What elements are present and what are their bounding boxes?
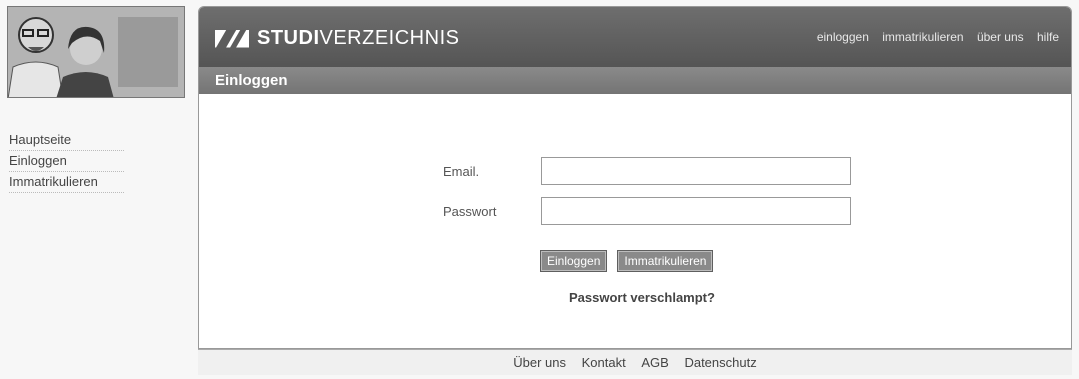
header-bar: STUDIVERZEICHNIS einloggen immatrikulier… [199, 7, 1071, 67]
footer-link-agb[interactable]: AGB [641, 355, 668, 370]
user-avatar-illustration [7, 6, 185, 98]
register-button[interactable]: Immatrikulieren [617, 250, 714, 272]
topnav-hilfe[interactable]: hilfe [1037, 30, 1059, 44]
email-label: Email. [443, 163, 480, 179]
password-row: Passwort [443, 197, 851, 225]
left-nav-item-immatrikulieren[interactable]: Immatrikulieren [9, 172, 124, 193]
left-nav-item-hauptseite[interactable]: Hauptseite [9, 130, 124, 151]
form-buttons: Einloggen Immatrikulieren [540, 250, 714, 272]
left-nav-item-einloggen[interactable]: Einloggen [9, 151, 124, 172]
login-button[interactable]: Einloggen [540, 250, 608, 272]
topnav-immatrikulieren[interactable]: immatrikulieren [882, 30, 963, 44]
logo-mark-icon [215, 29, 249, 48]
footer-link-datenschutz[interactable]: Datenschutz [684, 355, 756, 370]
page-title: Einloggen [199, 67, 1071, 94]
email-field[interactable] [541, 157, 851, 185]
topnav-einloggen[interactable]: einloggen [817, 30, 869, 44]
password-label: Passwort [443, 203, 497, 219]
password-field[interactable] [541, 197, 851, 225]
topnav-ueber-uns[interactable]: über uns [977, 30, 1024, 44]
top-navigation: einloggen immatrikulieren über uns hilfe [807, 30, 1059, 44]
site-logo[interactable]: STUDIVERZEICHNIS [215, 27, 459, 50]
email-row: Email. [443, 157, 851, 185]
left-navigation: Hauptseite Einloggen Immatrikulieren [9, 130, 124, 193]
main-panel: STUDIVERZEICHNIS einloggen immatrikulier… [198, 6, 1072, 349]
footer: Über uns Kontakt AGB Datenschutz [198, 349, 1072, 375]
forgot-password-link[interactable]: Passwort verschlampt? [569, 290, 715, 305]
logo-text: STUDIVERZEICHNIS [257, 27, 460, 49]
people-illustration-icon [8, 7, 184, 97]
footer-link-ueber-uns[interactable]: Über uns [513, 355, 566, 370]
footer-link-kontakt[interactable]: Kontakt [582, 355, 626, 370]
